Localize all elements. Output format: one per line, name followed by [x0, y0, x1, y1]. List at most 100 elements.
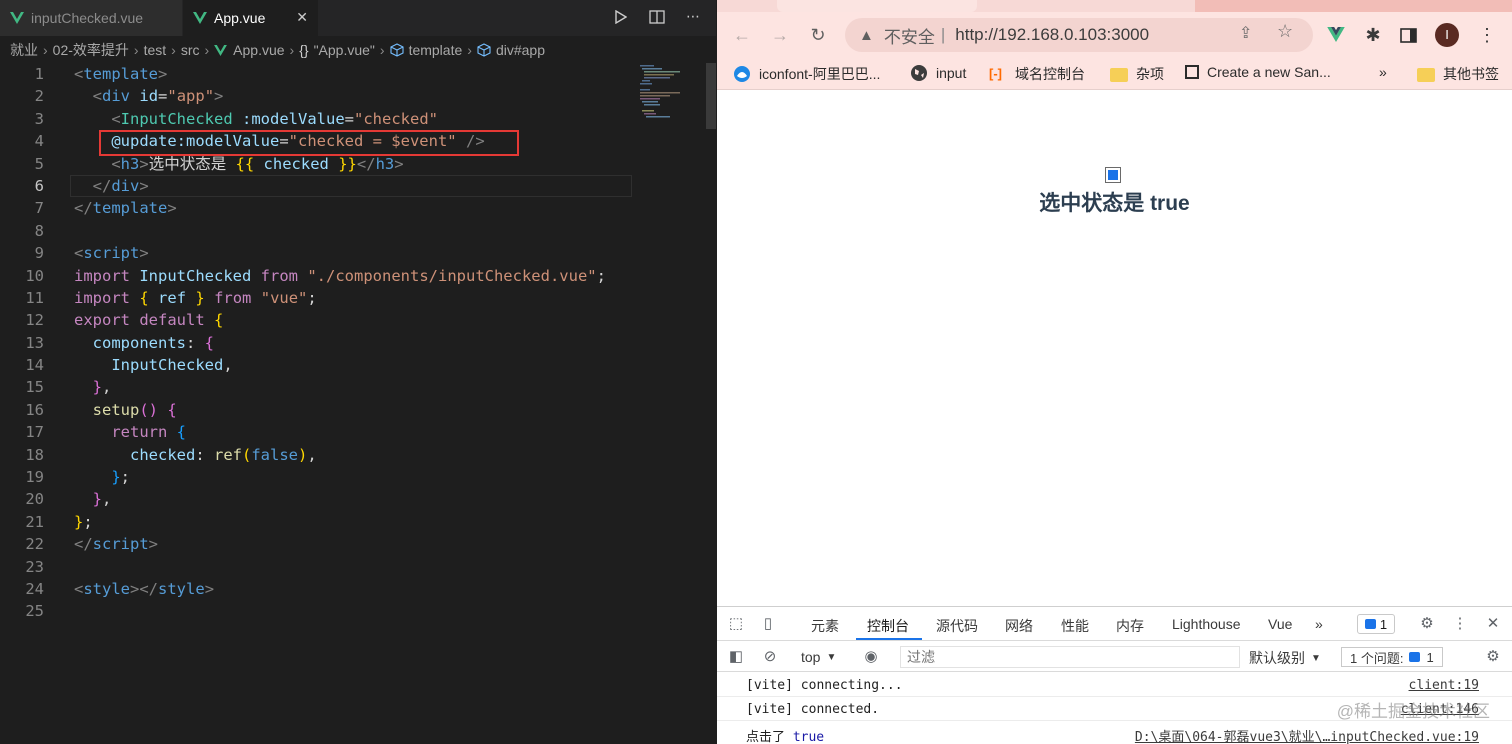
- side-panel-icon[interactable]: [1400, 28, 1417, 43]
- line-number: 1: [34, 65, 44, 83]
- minimap[interactable]: [636, 63, 686, 123]
- menu-kebab-icon[interactable]: ⋮: [1476, 24, 1498, 46]
- clear-console-icon[interactable]: ⊘: [761, 648, 779, 666]
- tab-app-vue[interactable]: App.vue ✕: [183, 0, 318, 36]
- devtools-tab-elements[interactable]: 元素: [811, 616, 839, 636]
- issues-badge[interactable]: 1: [1357, 614, 1395, 634]
- context-select[interactable]: top ▼: [801, 649, 836, 665]
- devtools-tab-lighthouse[interactable]: Lighthouse: [1172, 616, 1241, 632]
- line-number: 14: [25, 356, 44, 375]
- console-filter-input[interactable]: [900, 646, 1240, 668]
- devtools-tab-performance[interactable]: 性能: [1061, 616, 1089, 636]
- code-token: from: [214, 288, 252, 307]
- chevron-right-icon: ›: [289, 42, 295, 58]
- console-settings-gear-icon[interactable]: ⚙: [1484, 648, 1502, 666]
- console-message-text: [vite] connecting...: [746, 678, 903, 693]
- bookmark-folder-misc[interactable]: 杂项: [1110, 64, 1164, 84]
- devtools-tab-vue[interactable]: Vue: [1268, 616, 1292, 632]
- breadcrumb-item[interactable]: 就业: [10, 40, 38, 60]
- message-icon: [1409, 652, 1421, 662]
- browser-window: ← → ↻ ▲ 不安全 | http://192.168.0.103:3000 …: [717, 0, 1512, 744]
- log-level-select[interactable]: 默认级别 ▼: [1249, 648, 1321, 668]
- bookmark-folder-other[interactable]: 其他书签: [1417, 64, 1499, 84]
- code-line: 14 InputChecked,: [0, 354, 634, 376]
- page-content: 选中状态是 true: [717, 91, 1512, 606]
- browser-tab[interactable]: [777, 0, 977, 12]
- bookmarks-overflow[interactable]: »: [1379, 64, 1387, 80]
- share-icon[interactable]: ⇪: [1239, 23, 1261, 43]
- console-message-text: 点击了: [746, 730, 793, 744]
- devtools-tab-network[interactable]: 网络: [1005, 616, 1033, 636]
- code-token: return: [111, 423, 168, 442]
- console-source-link[interactable]: client:19: [1409, 678, 1479, 693]
- vue-devtools-extension-icon[interactable]: [1327, 27, 1345, 42]
- breadcrumb: 就业 › 02-效率提升 › test › src › App.vue › {} "App…: [0, 38, 716, 62]
- device-toolbar-icon[interactable]: ▯: [759, 615, 777, 633]
- forward-icon[interactable]: →: [769, 24, 791, 46]
- sidebar-toggle-icon[interactable]: ◧: [727, 648, 745, 666]
- code-line: 16 setup() {: [0, 399, 634, 421]
- split-editor-icon[interactable]: [648, 8, 666, 26]
- url-text[interactable]: http://192.168.0.103:3000: [955, 25, 1149, 45]
- devtools-tab-memory[interactable]: 内存: [1116, 616, 1144, 636]
- bookmark-star-icon[interactable]: ☆: [1277, 21, 1299, 42]
- line-number: 18: [25, 445, 44, 464]
- breadcrumb-item[interactable]: 02-效率提升: [53, 40, 129, 60]
- bookmark-input[interactable]: input: [910, 64, 966, 82]
- breadcrumb-item[interactable]: test: [144, 42, 167, 58]
- breadcrumb-item[interactable]: "App.vue": [314, 42, 375, 58]
- line-number: 17: [25, 423, 44, 442]
- tab-inputchecked-vue[interactable]: inputChecked.vue: [0, 0, 182, 36]
- reload-icon[interactable]: ↻: [807, 24, 829, 46]
- code-token: "app": [167, 87, 215, 106]
- checked-checkbox[interactable]: [1105, 167, 1121, 183]
- warning-icon[interactable]: ▲: [859, 27, 874, 44]
- code-token: ref: [214, 445, 242, 464]
- bookmark-domain-console[interactable]: [-] 域名控制台: [989, 64, 1085, 84]
- editor-scrollbar[interactable]: [706, 63, 716, 129]
- breadcrumb-item[interactable]: div#app: [496, 42, 545, 58]
- code-line: 17 return {: [0, 421, 634, 443]
- back-icon[interactable]: ←: [731, 24, 753, 46]
- issues-count-button[interactable]: 1 个问题: 1: [1341, 647, 1443, 667]
- run-icon[interactable]: [612, 8, 630, 26]
- eye-icon[interactable]: ◉: [862, 648, 880, 666]
- code-line: 24 <style></style>: [0, 578, 634, 600]
- line-number: 23: [25, 557, 44, 576]
- close-icon[interactable]: ✕: [296, 9, 308, 26]
- bookmark-iconfont[interactable]: iconfont-阿里巴巴...: [733, 64, 880, 84]
- console-source-link[interactable]: D:\桌面\064-郭磊vue3\就业\…inputChecked.vue:19: [1135, 726, 1479, 744]
- avatar[interactable]: I: [1435, 23, 1459, 47]
- inspect-element-icon[interactable]: ⬚: [727, 615, 745, 633]
- devtools-tab-sources[interactable]: 源代码: [936, 616, 978, 636]
- globe-icon: [911, 65, 927, 81]
- devtools-tab-console[interactable]: 控制台: [867, 616, 909, 636]
- more-options-icon[interactable]: ⋮: [1451, 615, 1469, 633]
- breadcrumb-item[interactable]: template: [409, 42, 463, 58]
- devtools-panel: ⬚ ▯ 元素 控制台 源代码 网络 性能 内存 Lighthouse Vue »…: [717, 606, 1512, 744]
- breadcrumb-item[interactable]: App.vue: [233, 42, 284, 58]
- devtools-more-tabs[interactable]: »: [1315, 616, 1323, 632]
- more-actions-icon[interactable]: ⋯: [684, 8, 702, 26]
- browser-tab[interactable]: [1195, 0, 1512, 12]
- caret-down-icon: ▼: [1311, 652, 1321, 664]
- cube-icon: [390, 43, 404, 57]
- current-line-highlight: [70, 174, 632, 197]
- extensions-puzzle-icon[interactable]: ✱: [1362, 24, 1384, 46]
- folder-icon: [1110, 68, 1128, 82]
- line-number: 9: [34, 244, 44, 263]
- code-line: 12 export default {: [0, 309, 634, 331]
- code-line: 1 <template>: [0, 63, 634, 85]
- line-number: 2: [34, 87, 44, 106]
- bookmark-sandbox[interactable]: Create a new San...: [1185, 64, 1331, 80]
- code-token: setup: [92, 400, 140, 419]
- code-line: 25: [0, 600, 634, 622]
- settings-gear-icon[interactable]: ⚙: [1418, 615, 1436, 633]
- line-number: 24: [25, 579, 44, 598]
- insecure-label[interactable]: 不安全: [884, 23, 935, 48]
- code-line: 3 <InputChecked :modelValue="checked": [0, 108, 634, 130]
- line-number: 16: [25, 400, 44, 419]
- code-line: 9 <script>: [0, 242, 634, 264]
- breadcrumb-item[interactable]: src: [181, 42, 200, 58]
- close-devtools-icon[interactable]: ✕: [1484, 615, 1502, 633]
